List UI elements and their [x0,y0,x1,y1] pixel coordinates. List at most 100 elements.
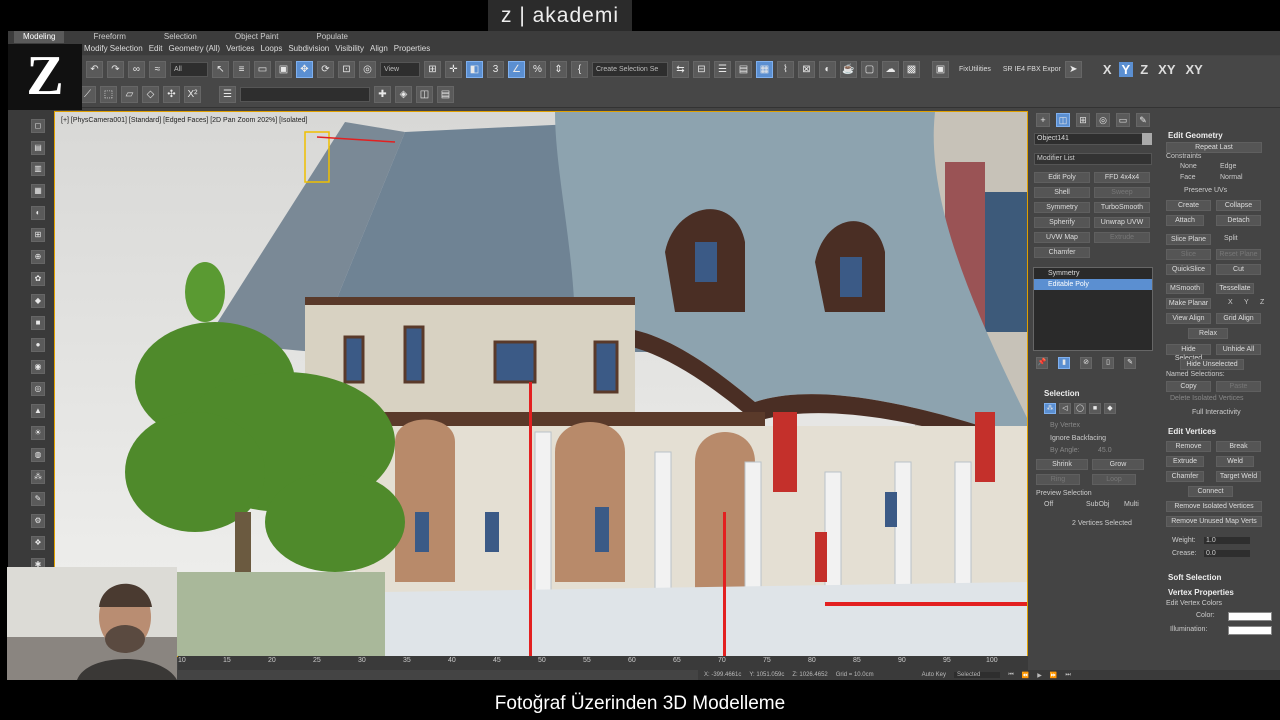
render-icon[interactable]: ☁ [882,60,899,78]
attach-button[interactable]: Attach [1166,215,1204,226]
coord-z[interactable]: Z: 1026.4652 [792,672,827,678]
full-interactivity-checkbox[interactable]: Full Interactivity [1192,409,1241,416]
soft-selection-title[interactable]: Soft Selection [1168,573,1221,582]
relax-button[interactable]: Relax [1188,328,1228,339]
selection-rollout-title[interactable]: Selection [1028,389,1154,398]
tool-icon-6[interactable]: ⊞ [31,228,45,242]
planar-y-button[interactable]: Y [1244,299,1249,306]
link-icon[interactable]: ∞ [128,60,145,78]
rect-selection-icon[interactable]: ▭ [254,60,271,78]
next-frame-icon[interactable]: ⏩ [1050,672,1057,679]
modify-tab-icon[interactable]: ◫ [1056,113,1070,127]
preview-subobj-radio[interactable]: SubObj [1086,501,1109,508]
select-object-icon[interactable]: ↖ [212,60,229,78]
box-icon[interactable]: ■ [31,316,45,330]
axis-x[interactable]: X [1100,62,1115,77]
tool-icon-20[interactable]: ❖ [31,536,45,550]
ribbon-visibility[interactable]: Visibility [335,44,364,53]
collapse-button[interactable]: Collapse [1216,200,1261,211]
axis-y[interactable]: Y [1118,61,1134,77]
quickslice-button[interactable]: QuickSlice [1166,264,1211,275]
tool-icon-2[interactable]: ▤ [31,141,45,155]
by-angle-value[interactable]: 45.0 [1098,447,1112,454]
tab-object-paint[interactable]: Object Paint [226,31,288,43]
move-icon[interactable]: ✥ [296,60,313,78]
vertex-properties-title[interactable]: Vertex Properties [1168,588,1234,597]
slice-plane-button[interactable]: Slice Plane [1166,234,1211,245]
axis-z[interactable]: Z [1137,62,1151,77]
cylinder-icon[interactable]: ◉ [31,360,45,374]
split-checkbox[interactable]: Split [1224,235,1238,242]
paste-button[interactable]: Paste [1216,381,1261,392]
extrude-vertex-button[interactable]: Extrude [1166,456,1204,467]
delete-isolated-checkbox[interactable]: Delete Isolated Vertices [1170,395,1244,402]
by-angle-label[interactable]: By Angle: [1050,447,1080,454]
constraint-normal-radio[interactable]: Normal [1220,174,1243,181]
layers-icon[interactable]: ▤ [437,86,454,103]
select-by-name-icon[interactable]: ≡ [233,60,250,78]
reset-plane-button[interactable]: Reset Plane [1216,249,1261,260]
slice-button[interactable]: Slice [1166,249,1211,260]
percent-snap-icon[interactable]: % [529,60,546,78]
object-name-field[interactable]: Object141 [1034,133,1146,145]
fbx-export-label[interactable]: SR IE4 FBX Expor [1003,66,1061,73]
keyboard-shortcut-icon[interactable]: ◧ [466,60,483,78]
torus-icon[interactable]: ◎ [31,382,45,396]
constraint-edge-radio[interactable]: Edge [1220,163,1236,170]
ribbon-align[interactable]: Align [370,44,388,53]
fix-utilities-label[interactable]: FixUtilities [959,66,991,73]
connect-button[interactable]: Connect [1188,486,1233,497]
select-manipulate-icon[interactable]: ✛ [445,60,462,78]
layer-explorer-icon[interactable]: ☰ [714,60,731,78]
vertex-sel-icon[interactable]: ⁂ [1044,403,1056,414]
pivot-icon[interactable]: ⊞ [424,60,441,78]
cut-button[interactable]: Cut [1216,264,1261,275]
undo-icon[interactable]: ↶ [86,60,103,78]
select-in-layer-icon[interactable]: ◫ [416,86,433,103]
axis-xy-2[interactable]: XY [1183,62,1206,77]
cone-icon[interactable]: ▲ [31,404,45,418]
show-end-result-icon[interactable]: ▮ [1058,357,1070,369]
element-sel-icon[interactable]: ◆ [1104,403,1116,414]
stack-item-symmetry[interactable]: Symmetry [1034,268,1152,279]
turbosmooth-button[interactable]: TurboSmooth [1094,202,1150,213]
crease-field[interactable]: 0.0 [1204,550,1250,557]
viewport-label[interactable]: [+] [PhysCamera001] [Standard] [Edged Fa… [61,117,308,124]
remove-isolated-button[interactable]: Remove Isolated Vertices [1166,501,1262,512]
tab-selection[interactable]: Selection [155,31,206,43]
add-layer-icon[interactable]: ✚ [374,86,391,103]
remove-modifier-icon[interactable]: ▯ [1102,357,1114,369]
modifier-list-dropdown[interactable]: Modifier List [1034,153,1152,165]
timeline-ruler[interactable]: 10 15 20 25 30 35 40 45 50 55 60 65 70 7… [178,656,1028,670]
ribbon-geometry-all[interactable]: Geometry (All) [169,44,221,53]
ribbon-modify-selection[interactable]: Modify Selection [84,44,143,53]
stack-item-editable-poly[interactable]: Editable Poly [1034,279,1152,290]
border-mode-icon[interactable]: ⬚ [100,86,117,103]
repeat-last-button[interactable]: Repeat Last [1166,142,1262,153]
spinner-snap-icon[interactable]: ⇕ [550,60,567,78]
selection-filter-dropdown[interactable]: All [170,61,208,77]
tool-icon-3[interactable]: ▥ [31,162,45,176]
sphere-icon[interactable]: ● [31,338,45,352]
tool-icon-1[interactable]: ◻ [31,119,45,133]
layer-stack-icon[interactable]: ◈ [395,86,412,103]
ring-button[interactable]: Ring [1036,474,1080,485]
object-color-swatch[interactable] [1142,133,1152,145]
edit-vertices-title[interactable]: Edit Vertices [1168,427,1216,436]
target-weld-button[interactable]: Target Weld [1216,471,1261,482]
tool-icon-9[interactable]: ◆ [31,294,45,308]
named-selection-dropdown[interactable]: Create Selection Se [592,61,668,77]
ribbon-properties[interactable]: Properties [394,44,430,53]
unhide-all-button[interactable]: Unhide All [1216,344,1261,355]
motion-tab-icon[interactable]: ◎ [1096,113,1110,127]
uvw-map-button[interactable]: UVW Map [1034,232,1090,243]
align-icon[interactable]: ⊟ [693,60,710,78]
view-align-button[interactable]: View Align [1166,313,1211,324]
snap-toggle-icon[interactable]: 3 [487,60,504,78]
preview-off-radio[interactable]: Off [1044,501,1053,508]
preserve-uvs-checkbox[interactable]: Preserve UVs [1184,187,1227,194]
tool-icon-17[interactable]: ⁂ [31,470,45,484]
preview-multi-radio[interactable]: Multi [1124,501,1139,508]
teapot-icon[interactable]: ◍ [31,448,45,462]
tool-icon-19[interactable]: ⚙ [31,514,45,528]
